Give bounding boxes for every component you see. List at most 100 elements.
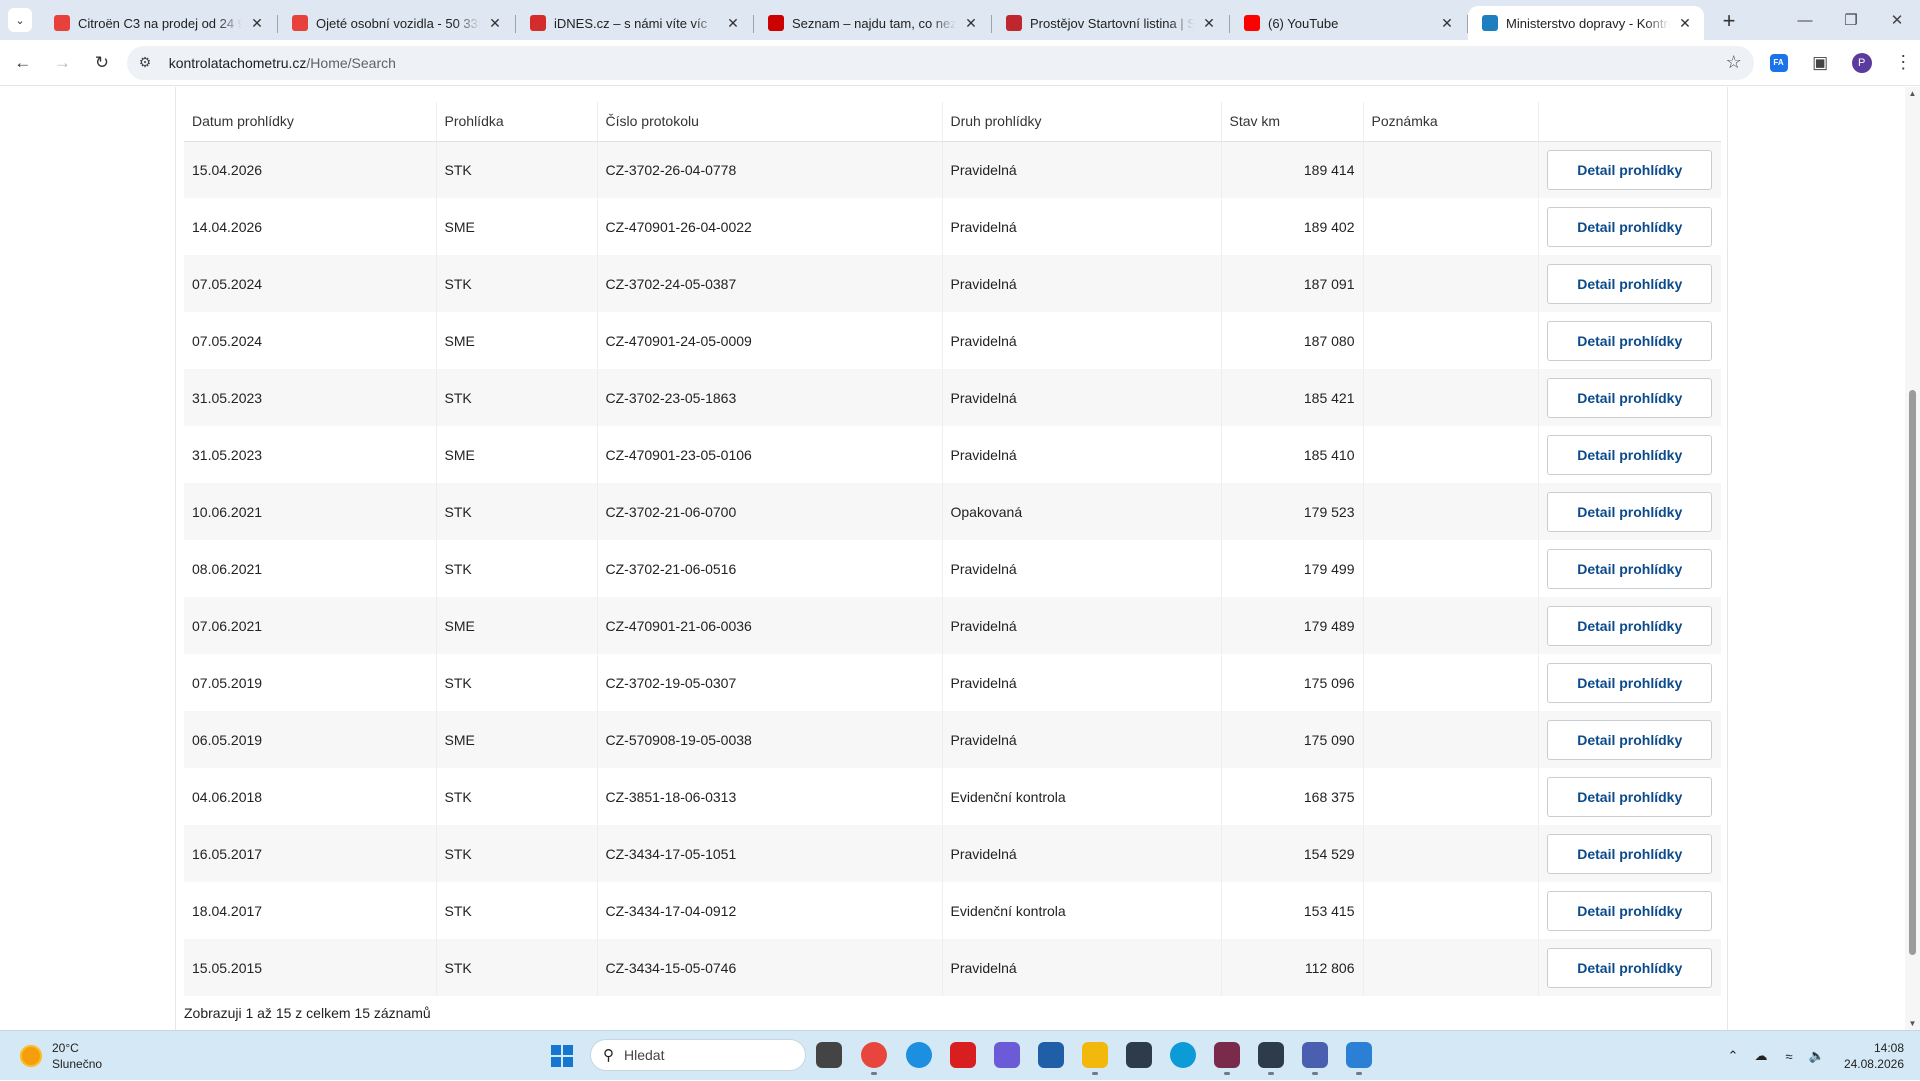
minimize-icon: — — [1797, 11, 1813, 29]
bookmark-star-icon[interactable]: ☆ — [1726, 52, 1742, 73]
scroll-up-icon[interactable]: ▲ — [1908, 89, 1917, 98]
detail-button[interactable]: Detail prohlídky — [1547, 833, 1713, 874]
detail-button[interactable]: Detail prohlídky — [1547, 605, 1713, 646]
detail-button[interactable]: Detail prohlídky — [1547, 719, 1713, 760]
restore-button[interactable]: ❐ — [1828, 0, 1874, 40]
extension-fa-button[interactable]: FA — [1762, 46, 1796, 80]
tab-5[interactable]: (6) YouTube ✕ — [1230, 6, 1468, 40]
table-row: 04.06.2018 STK CZ-3851-18-06-0313 Evidenční… — [184, 768, 1721, 825]
tab-6[interactable]: Ministerstvo dopravy - Kontrola tachomet… — [1468, 6, 1704, 40]
cloud-icon[interactable]: ☁ — [1750, 1048, 1772, 1064]
detail-button[interactable]: Detail prohlídky — [1547, 662, 1713, 703]
detail-button[interactable]: Detail prohlídky — [1547, 548, 1713, 589]
detail-button[interactable]: Detail prohlídky — [1547, 149, 1713, 190]
cell-action: Detail prohlídky — [1538, 141, 1721, 198]
seznam-icon — [768, 15, 784, 31]
tab-2[interactable]: iDNES.cz – s námi víte víc ✕ — [516, 6, 754, 40]
cell-km: 175 090 — [1221, 711, 1364, 768]
new-tab-button[interactable]: + — [1714, 6, 1744, 36]
cell-date: 07.06.2021 — [184, 597, 437, 654]
close-icon[interactable]: ✕ — [724, 14, 742, 32]
cell-note — [1363, 939, 1539, 996]
close-icon[interactable]: ✕ — [962, 14, 980, 32]
detail-button[interactable]: Detail prohlídky — [1547, 947, 1713, 988]
cell-action: Detail prohlídky — [1538, 768, 1721, 825]
tab-title: iDNES.cz – s námi víte víc — [554, 15, 708, 31]
app-icon-dark[interactable] — [1126, 1042, 1152, 1068]
cell-inspection: SME — [436, 198, 598, 255]
detail-button[interactable]: Detail prohlídky — [1547, 434, 1713, 475]
tab-1[interactable]: Ojeté osobní vozidla - 50 338 inzerátů ✕ — [278, 6, 516, 40]
close-window-button[interactable]: ✕ — [1874, 0, 1920, 40]
header-km[interactable]: Stav km — [1221, 102, 1364, 142]
volume-icon[interactable]: 🔈 — [1806, 1048, 1828, 1064]
app-icon-red[interactable] — [950, 1042, 976, 1068]
start-button[interactable] — [551, 1045, 573, 1067]
close-icon[interactable]: ✕ — [1676, 14, 1694, 32]
url-text[interactable]: kontrolatachometru.cz/Home/Search — [169, 55, 1726, 71]
forward-button[interactable]: → — [46, 46, 80, 80]
file-explorer-icon[interactable] — [1082, 1042, 1108, 1075]
tab-title: Citroën C3 na prodej od 24 900 Kč — [78, 15, 242, 31]
close-icon[interactable]: ✕ — [1200, 14, 1218, 32]
chrome-icon[interactable] — [861, 1042, 887, 1075]
header-kind[interactable]: Druh prohlídky — [942, 102, 1222, 142]
tab-0[interactable]: Citroën C3 na prodej od 24 900 Kč ✕ — [40, 6, 278, 40]
header-protocol[interactable]: Číslo protokolu — [597, 102, 943, 142]
address-bar[interactable]: ⚙ kontrolatachometru.cz/Home/Search ☆ — [126, 45, 1754, 80]
windows-taskbar: 20°C Slunečno ⚲ Hledat ⌃ ☁ ≈ 🔈 14:08 24.… — [0, 1030, 1920, 1080]
cell-km: 185 410 — [1221, 426, 1364, 483]
scrollbar-thumb[interactable] — [1909, 390, 1916, 955]
teams-icon[interactable] — [994, 1042, 1020, 1068]
close-icon[interactable]: ✕ — [486, 14, 504, 32]
taskbar-search[interactable]: ⚲ Hledat — [590, 1039, 806, 1071]
cell-protocol: CZ-3702-19-05-0307 — [597, 654, 943, 711]
menu-button[interactable]: ⋮ — [1886, 46, 1920, 80]
outlook-icon[interactable] — [1346, 1042, 1372, 1075]
cell-kind: Pravidelná — [942, 141, 1222, 198]
reload-button[interactable]: ↻ — [85, 46, 119, 80]
header-inspection[interactable]: Prohlídka — [436, 102, 598, 142]
cell-inspection: STK — [436, 882, 598, 939]
task-view-icon[interactable] — [816, 1042, 842, 1068]
store-icon[interactable] — [1038, 1042, 1064, 1068]
cell-protocol: CZ-3702-21-06-0700 — [597, 483, 943, 540]
close-icon[interactable]: ✕ — [248, 14, 266, 32]
app-icon-dark-2[interactable] — [1258, 1042, 1284, 1075]
back-button[interactable]: ← — [6, 46, 40, 80]
weather-widget[interactable]: 20°C Slunečno — [20, 1040, 102, 1072]
header-date[interactable]: Datum prohlídky — [184, 102, 437, 142]
site-info-icon[interactable]: ⚙ — [139, 54, 159, 71]
cell-protocol: CZ-3702-24-05-0387 — [597, 255, 943, 312]
tab-search-button[interactable]: ⌄ — [8, 8, 32, 32]
app-icon-indigo[interactable] — [1302, 1042, 1328, 1075]
app-icon-blue[interactable] — [906, 1042, 932, 1068]
clock[interactable]: 14:08 24.08.2026 — [1844, 1040, 1904, 1072]
chevron-up-icon[interactable]: ⌃ — [1722, 1048, 1744, 1064]
edge-icon[interactable] — [1170, 1042, 1196, 1068]
wifi-icon[interactable]: ≈ — [1778, 1049, 1800, 1064]
weather-desc: Slunečno — [52, 1057, 103, 1071]
page-scrollbar[interactable]: ▲ ▼ — [1905, 87, 1920, 1030]
detail-button[interactable]: Detail prohlídky — [1547, 491, 1713, 532]
table-row: 08.06.2021 STK CZ-3702-21-06-0516 Pravideln… — [184, 540, 1721, 597]
windows-logo-tile — [563, 1045, 573, 1055]
minimize-button[interactable]: — — [1782, 0, 1828, 40]
detail-button[interactable]: Detail prohlídky — [1547, 776, 1713, 817]
detail-button[interactable]: Detail prohlídky — [1547, 263, 1713, 304]
extensions-button[interactable]: ▣ — [1803, 46, 1837, 80]
header-note[interactable]: Poznámka — [1363, 102, 1539, 142]
tab-3[interactable]: Seznam – najdu tam, co neznám ✕ — [754, 6, 992, 40]
detail-button[interactable]: Detail prohlídky — [1547, 320, 1713, 361]
profile-button[interactable]: P — [1845, 46, 1879, 80]
app-icon-purple[interactable] — [1214, 1042, 1240, 1075]
tab-4[interactable]: Prostějov Startovní listina | SOKOL ✕ — [992, 6, 1230, 40]
detail-button[interactable]: Detail prohlídky — [1547, 206, 1713, 247]
cell-inspection: STK — [436, 255, 598, 312]
scroll-down-icon[interactable]: ▼ — [1908, 1019, 1917, 1028]
close-icon[interactable]: ✕ — [1438, 14, 1456, 32]
search-placeholder: Hledat — [624, 1047, 665, 1063]
clock-date: 24.08.2026 — [1843, 1057, 1904, 1071]
detail-button[interactable]: Detail prohlídky — [1547, 890, 1713, 931]
detail-button[interactable]: Detail prohlídky — [1547, 377, 1713, 418]
